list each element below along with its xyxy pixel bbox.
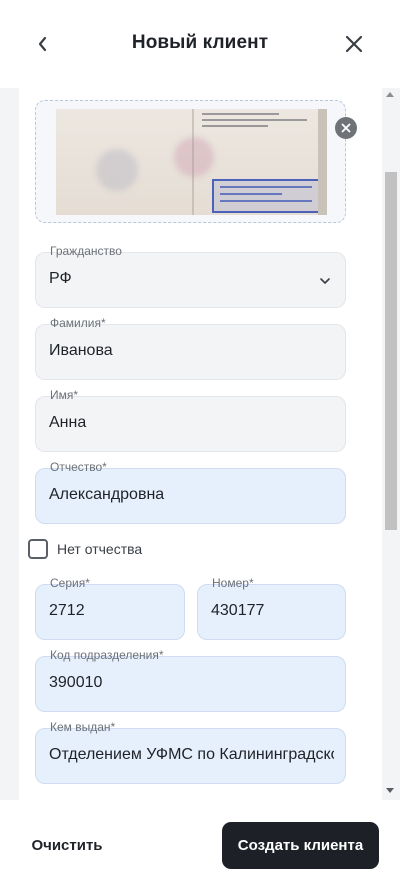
division-code-value: 390010 bbox=[49, 674, 103, 691]
citizenship-select[interactable]: Гражданство РФ bbox=[35, 244, 346, 308]
first-name-label: Имя* bbox=[49, 388, 80, 402]
no-patronymic-checkbox[interactable] bbox=[28, 539, 48, 559]
division-code-field[interactable]: Код подразделения* 390010 bbox=[35, 648, 346, 712]
issued-by-value: Отделением УФМС по Калининградской bbox=[49, 746, 334, 763]
close-icon bbox=[345, 35, 363, 53]
document-photo-dropzone[interactable] bbox=[35, 100, 357, 223]
chevron-down-icon bbox=[320, 278, 330, 284]
scroll-down-arrow-icon[interactable] bbox=[386, 788, 394, 793]
create-client-button[interactable]: Создать клиента bbox=[222, 822, 379, 869]
last-name-label: Фамилия* bbox=[49, 316, 107, 330]
citizenship-value: РФ bbox=[49, 270, 72, 287]
series-field[interactable]: Серия* 2712 bbox=[35, 576, 185, 640]
scrollbar-thumb[interactable] bbox=[385, 172, 397, 530]
patronymic-field[interactable]: Отчество* Александровна bbox=[35, 460, 346, 524]
patronymic-label: Отчество* bbox=[49, 460, 108, 474]
number-label: Номер* bbox=[211, 576, 255, 590]
issued-by-field[interactable]: Кем выдан* Отделением УФМС по Калинингра… bbox=[35, 720, 346, 784]
scroll-up-arrow-icon[interactable] bbox=[386, 92, 394, 97]
footer: Очистить Создать клиента bbox=[0, 800, 400, 887]
last-name-field[interactable]: Фамилия* Иванова bbox=[35, 316, 346, 380]
last-name-value: Иванова bbox=[49, 342, 113, 359]
first-name-field[interactable]: Имя* Анна bbox=[35, 388, 346, 452]
close-button[interactable] bbox=[340, 30, 368, 58]
form-scroll-area: Гражданство РФ Фамилия* Иванова Имя* Анн… bbox=[0, 88, 400, 800]
number-value: 430177 bbox=[211, 602, 265, 619]
clear-button[interactable]: Очистить bbox=[22, 822, 112, 868]
passport-photo bbox=[56, 109, 327, 215]
citizenship-label: Гражданство bbox=[49, 244, 123, 258]
remove-photo-button[interactable] bbox=[335, 117, 357, 139]
first-name-value: Анна bbox=[49, 414, 87, 431]
number-field[interactable]: Номер* 430177 bbox=[197, 576, 346, 640]
issued-by-label: Кем выдан* bbox=[49, 720, 117, 734]
division-code-label: Код подразделения* bbox=[49, 648, 165, 662]
patronymic-value: Александровна bbox=[49, 486, 165, 503]
series-value: 2712 bbox=[49, 602, 85, 619]
no-patronymic-label: Нет отчества bbox=[57, 541, 143, 557]
no-patronymic-checkbox-row[interactable]: Нет отчества bbox=[28, 538, 142, 560]
form-container: Гражданство РФ Фамилия* Иванова Имя* Анн… bbox=[19, 88, 382, 800]
header: Новый клиент bbox=[0, 0, 400, 88]
series-label: Серия* bbox=[49, 576, 91, 590]
close-icon bbox=[341, 123, 351, 133]
